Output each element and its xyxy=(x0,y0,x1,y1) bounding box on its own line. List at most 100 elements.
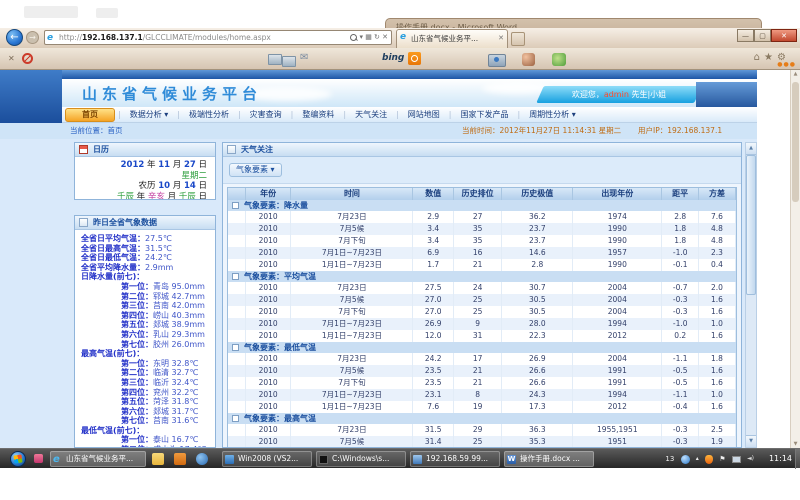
nav-item-4[interactable]: 整编资料 xyxy=(293,107,343,122)
hidden-icons-arrow[interactable]: ▴ xyxy=(696,449,699,469)
taskbar-task-button[interactable]: W操作手册.docx ... xyxy=(504,451,594,467)
breadcrumb: 当前位置：首页 xyxy=(70,123,123,139)
browser-tab[interactable]: e 山东省气候业务平... ✕ xyxy=(396,29,508,48)
nav-item-3[interactable]: 灾害查询 xyxy=(241,107,291,122)
table-cell: -0.3 xyxy=(662,306,699,318)
table-cell: 21 xyxy=(454,377,502,389)
forward-button[interactable]: → xyxy=(26,31,39,44)
maximize-button[interactable]: ▢ xyxy=(754,29,771,42)
weather-rank-item: 第一位：东明 32.8℃ xyxy=(75,359,215,369)
table-group-row[interactable]: 气象要素：最低气温 xyxy=(227,342,737,353)
nav-item-1[interactable]: 数据分析 ▾ xyxy=(121,107,178,122)
start-button[interactable] xyxy=(10,451,26,467)
addon-icon-green[interactable] xyxy=(552,53,566,66)
table-cell: 23.7 xyxy=(502,223,573,235)
pinned-app-icon[interactable] xyxy=(34,454,43,463)
taskbar-ie-window-button[interactable]: e山东省气候业务平... xyxy=(50,451,146,467)
weather-rank-item: 第一位：青岛 95.0mm xyxy=(75,282,215,292)
taskbar-task-button[interactable]: Win2008 (VS2... xyxy=(222,451,312,467)
search-icon[interactable] xyxy=(350,34,357,41)
bing-logo[interactable]: bing xyxy=(382,53,404,63)
action-center-flag-icon[interactable]: ⚑ xyxy=(719,449,725,469)
weather-rank-value: 乳山 29.3mm xyxy=(153,330,205,339)
taskbar-clock[interactable]: 11:14 xyxy=(769,449,792,469)
weather-rank-label: 第二位： xyxy=(121,292,153,301)
table-cell: 12.0 xyxy=(413,330,454,342)
table-row: 20107月5候31.42535.31951-0.31.9 xyxy=(227,436,737,448)
weather-rank-item: 第四位：崂山 40.3mm xyxy=(75,311,215,321)
table-cell xyxy=(228,282,246,294)
scrollbar-thumb[interactable] xyxy=(746,155,756,295)
card-icon[interactable] xyxy=(268,54,282,65)
blocked-addon-icon[interactable] xyxy=(22,53,33,64)
taskbar-task-button[interactable]: 192.168.59.99... xyxy=(410,451,500,467)
table-cell: 1994 xyxy=(573,318,662,330)
home-icon[interactable]: ⌂ xyxy=(754,52,760,63)
tab-close-icon[interactable]: ✕ xyxy=(498,30,504,47)
group-checkbox[interactable] xyxy=(232,344,239,351)
address-bar[interactable]: e http://192.168.137.1/GLCCLIMATE/module… xyxy=(44,30,392,45)
camera-addon-icon[interactable] xyxy=(488,54,506,67)
back-button[interactable]: ← xyxy=(6,29,23,46)
table-cell: 24 xyxy=(454,282,502,294)
scrollbar-down-arrow[interactable]: ▼ xyxy=(746,435,756,447)
address-bar-icons[interactable]: ▾ ▦ ↻ ✕ xyxy=(350,31,388,44)
close-button[interactable]: ✕ xyxy=(771,29,797,42)
calendar-line: 壬辰 年 辛亥 月 壬辰 日 xyxy=(75,192,207,201)
scrollbar-up-arrow[interactable]: ▲ xyxy=(746,143,756,155)
nav-item-0[interactable]: 首页 xyxy=(65,108,115,122)
table-cell: 30.5 xyxy=(502,294,573,306)
table-cell: 0.2 xyxy=(662,330,699,342)
new-tab-button[interactable] xyxy=(511,32,525,46)
group-checkbox[interactable] xyxy=(232,415,239,422)
browser-scrollbar-thumb[interactable] xyxy=(792,82,799,202)
browser-scrollbar-up-icon[interactable]: ▲ xyxy=(791,71,800,77)
table-cell xyxy=(228,365,246,377)
nav-item-5[interactable]: 天气关注 xyxy=(346,107,396,122)
table-group-label: 气象要素：最低气温 xyxy=(239,342,316,353)
mail-icon[interactable]: ✉ xyxy=(300,52,308,63)
close-bar-icon[interactable]: ✕ xyxy=(8,54,15,63)
taskbar-task-button[interactable]: C:\Windows\s... xyxy=(316,451,406,467)
site-header: 山东省气候业务平台 欢迎您，admin 先生|小姐 xyxy=(62,79,757,107)
weather-rank-value: 胶州 26.0mm xyxy=(153,340,205,349)
weather-rank-item: 第五位：菏泽 31.8℃ xyxy=(75,397,215,407)
table-cell: 7月下旬 xyxy=(291,235,413,247)
addon-icon[interactable] xyxy=(522,53,535,66)
group-checkbox[interactable] xyxy=(232,202,239,209)
table-group-row[interactable]: 气象要素：平均气温 xyxy=(227,271,737,282)
nav-item-6[interactable]: 网站地图 xyxy=(399,107,449,122)
ie-icon: e xyxy=(53,455,62,464)
ime-globe-icon[interactable] xyxy=(681,455,690,464)
browser-scrollbar-down-icon[interactable]: ▼ xyxy=(791,441,800,447)
card-icon[interactable] xyxy=(282,56,296,67)
nav-item-2[interactable]: 极端性分析 xyxy=(180,107,238,122)
group-checkbox[interactable] xyxy=(232,273,239,280)
show-desktop-button[interactable] xyxy=(795,449,800,469)
table-cell: 16 xyxy=(454,247,502,259)
browser-app-icon[interactable] xyxy=(196,453,208,465)
nav-item-8[interactable]: 周期性分析 ▾ xyxy=(520,107,585,122)
media-app-icon[interactable] xyxy=(174,453,186,465)
explorer-folder-icon[interactable] xyxy=(152,453,164,465)
weather-rank-item: 第七位：胶州 26.0mm xyxy=(75,340,215,350)
network-monitor-icon[interactable] xyxy=(732,456,741,463)
browser-scrollbar[interactable]: ▲ ▼ xyxy=(790,70,800,448)
table-cell: 35 xyxy=(454,235,502,247)
ie-tab-icon: e xyxy=(400,32,406,42)
table-cell: 19 xyxy=(454,401,502,413)
tray-indicator[interactable]: 13 xyxy=(665,449,674,469)
bing-search-icon[interactable] xyxy=(408,52,421,65)
speaker-icon[interactable]: ◄) xyxy=(747,449,754,469)
table-group-row[interactable]: 气象要素：最高气温 xyxy=(227,413,737,424)
table-row: 20107月下旬23.52126.61991-0.51.6 xyxy=(227,377,737,389)
minimize-button[interactable]: — xyxy=(737,29,754,42)
table-group-row[interactable]: 气象要素：降水量 xyxy=(227,200,737,211)
taskbar-button-label: 操作手册.docx ... xyxy=(520,454,580,463)
favorites-star-icon[interactable]: ★ xyxy=(764,52,773,63)
table-row: 20101月1日~7月23日12.03122.320120.21.6 xyxy=(227,330,737,342)
download-flame-icon[interactable] xyxy=(705,455,713,464)
page-scrollbar[interactable]: ▲ ▼ xyxy=(745,142,757,448)
element-dropdown-button[interactable]: 气象要素 ▾ xyxy=(229,163,282,177)
nav-item-7[interactable]: 国家下发产品 xyxy=(451,107,517,122)
